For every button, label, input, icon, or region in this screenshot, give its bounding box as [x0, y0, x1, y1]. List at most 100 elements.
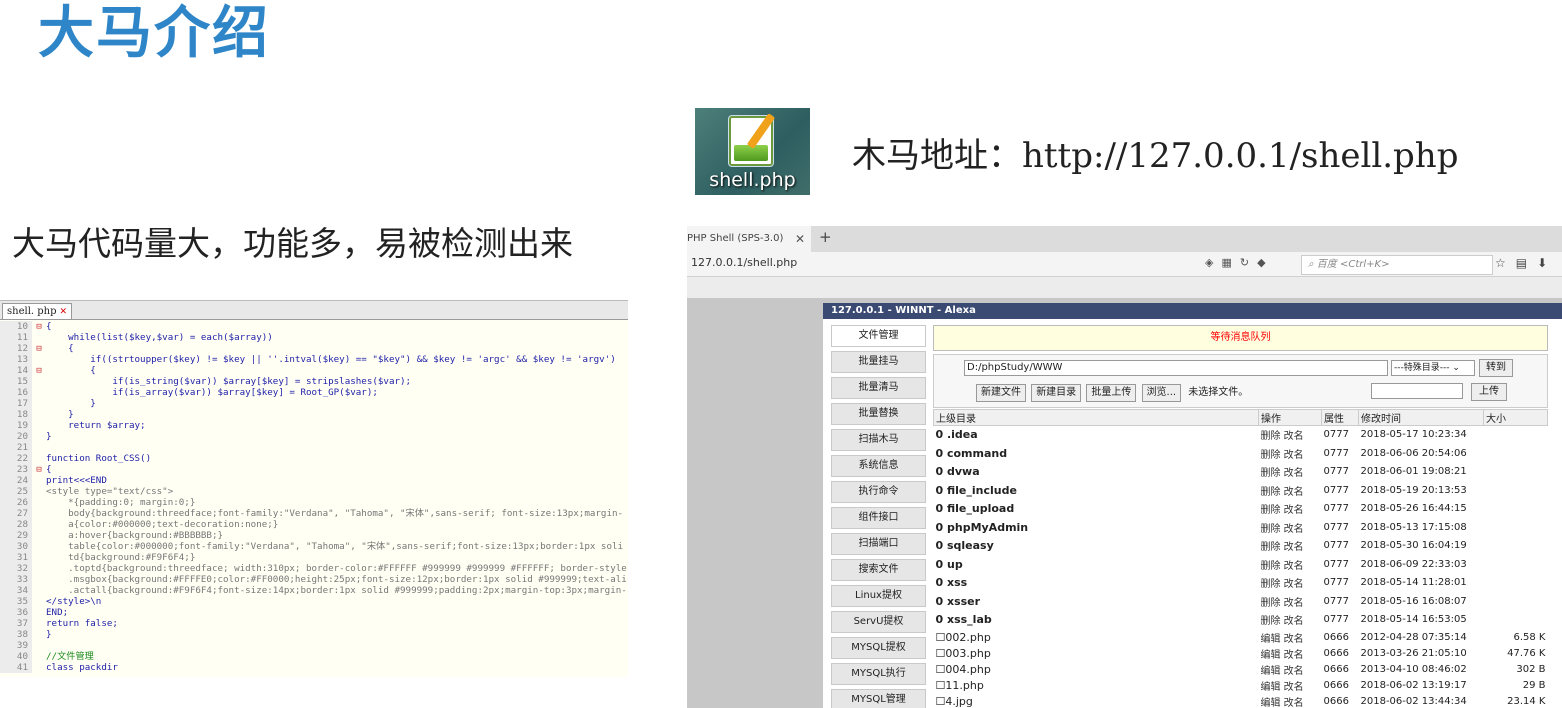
file-row[interactable]: ☐002.php 编辑 改名 0666 2012-04-28 07:35:14 6.58… [933, 629, 1548, 646]
dir-row[interactable]: 0 .idea 删除 改名 0777 2018-05-17 10:23:34 [933, 425, 1548, 445]
fold-marker-icon[interactable]: ⊟ [32, 365, 46, 376]
bookmark-star-icon[interactable]: ☆ [1495, 256, 1516, 270]
file-name-link[interactable]: 003.php [945, 647, 990, 660]
dir-name-link[interactable]: 0 xsser [936, 595, 981, 608]
dir-row[interactable]: 0 xsser 删除 改名 0777 2018-05-16 16:08:07 [933, 592, 1548, 611]
editor-tab[interactable]: shell. php ✕ [2, 303, 73, 319]
menu-item[interactable]: 批量替换 [831, 403, 926, 425]
dir-row[interactable]: 0 xss_lab 删除 改名 0777 2018-05-14 16:53:05 [933, 610, 1548, 630]
ops-cell[interactable]: 删除 改名 [1258, 499, 1322, 519]
dir-name-link[interactable]: 0 xss_lab [936, 613, 992, 626]
ops-cell[interactable]: 编辑 改名 [1258, 645, 1322, 662]
col-name[interactable]: 上级目录 [933, 409, 1259, 426]
file-checkbox[interactable]: ☐ [936, 663, 946, 676]
ops-cell[interactable]: 编辑 改名 [1258, 693, 1322, 708]
menu-item[interactable]: 批量挂马 [831, 351, 926, 373]
ops-cell[interactable]: 删除 改名 [1258, 518, 1322, 537]
ops-cell[interactable]: 删除 改名 [1258, 555, 1322, 574]
dir-name-link[interactable]: 0 file_upload [936, 502, 1015, 515]
fold-marker-icon[interactable]: ⊟ [32, 343, 46, 354]
new-file-button[interactable]: 新建文件 [976, 384, 1026, 402]
reload-icon[interactable]: ↻ [1240, 256, 1257, 269]
dir-row[interactable]: 0 file_upload 删除 改名 0777 2018-05-26 16:44:1… [933, 499, 1548, 519]
dir-row[interactable]: 0 file_include 删除 改名 0777 2018-05-19 20:13:… [933, 481, 1548, 500]
ops-cell[interactable]: 删除 改名 [1258, 573, 1322, 593]
extension-icon[interactable]: ◆ [1257, 256, 1273, 269]
file-checkbox[interactable]: ☐ [936, 679, 946, 692]
ops-cell[interactable]: 删除 改名 [1258, 462, 1322, 482]
file-checkbox[interactable]: ☐ [936, 695, 946, 708]
dir-row[interactable]: 0 xss 删除 改名 0777 2018-05-14 11:28:01 [933, 573, 1548, 593]
ops-cell[interactable]: 删除 改名 [1258, 536, 1322, 556]
goto-button[interactable]: 转到 [1479, 359, 1513, 377]
ops-cell[interactable]: 编辑 改名 [1258, 629, 1322, 646]
menu-item[interactable]: Linux提权 [831, 585, 926, 607]
fold-marker-icon[interactable]: ⊟ [32, 464, 46, 475]
ops-cell[interactable]: 删除 改名 [1258, 425, 1322, 445]
new-tab-button[interactable]: + [819, 228, 832, 246]
file-row[interactable]: ☐11.php 编辑 改名 0666 2018-06-02 13:19:17 29 B [933, 677, 1548, 694]
dir-row[interactable]: 0 up 删除 改名 0777 2018-06-09 22:33:03 [933, 555, 1548, 574]
shield-icon[interactable]: ◈ [1205, 256, 1221, 269]
menu-item[interactable]: MYSQL管理 [831, 689, 926, 708]
fold-marker-icon[interactable]: ⊟ [32, 321, 46, 332]
file-checkbox[interactable]: ☐ [936, 631, 946, 644]
file-name-link[interactable]: 4.jpg [945, 695, 973, 708]
dir-name-link[interactable]: 0 dvwa [936, 465, 980, 478]
upload-button[interactable]: 上传 [1471, 383, 1507, 401]
url-input[interactable]: 127.0.0.1/shell.php [691, 256, 797, 269]
dir-name-link[interactable]: 0 file_include [936, 484, 1017, 497]
file-name-link[interactable]: 004.php [945, 663, 990, 676]
dir-name-link[interactable]: 0 up [936, 558, 963, 571]
file-row[interactable]: ☐4.jpg 编辑 改名 0666 2018-06-02 13:44:34 23.14 … [933, 693, 1548, 708]
ops-cell[interactable]: 删除 改名 [1258, 481, 1322, 500]
dir-row[interactable]: 0 phpMyAdmin 删除 改名 0777 2018-05-13 17:15:08 [933, 518, 1548, 537]
menu-item[interactable]: 搜索文件 [831, 559, 926, 581]
ops-cell[interactable]: 删除 改名 [1258, 610, 1322, 630]
path-input[interactable]: D:/phpStudy/WWW [964, 360, 1388, 376]
menu-item[interactable]: 执行命令 [831, 481, 926, 503]
menu-item[interactable]: 批量清马 [831, 377, 926, 399]
menu-item[interactable]: 系统信息 [831, 455, 926, 477]
ops-cell[interactable]: 编辑 改名 [1258, 661, 1322, 678]
dir-name-link[interactable]: 0 phpMyAdmin [936, 521, 1029, 534]
library-icon[interactable]: ▤ [1516, 256, 1537, 270]
qr-icon[interactable]: ▦ [1221, 256, 1239, 269]
dir-name-link[interactable]: 0 .idea [936, 428, 978, 441]
batch-upload-button[interactable]: 批量上传 [1086, 384, 1137, 402]
file-name-link[interactable]: 11.php [945, 679, 983, 692]
menu-item[interactable]: 文件管理 [831, 325, 926, 347]
download-icon[interactable]: ⬇ [1537, 256, 1557, 270]
menu-item[interactable]: ServU提权 [831, 611, 926, 633]
ops-cell[interactable]: 删除 改名 [1258, 444, 1322, 463]
search-input[interactable]: ⌕ 百度 <Ctrl+K> [1301, 255, 1493, 275]
code-text: return false; [46, 618, 118, 629]
menu-item[interactable]: 扫描端口 [831, 533, 926, 555]
dir-row[interactable]: 0 dvwa 删除 改名 0777 2018-06-01 19:08:21 [933, 462, 1548, 482]
menu-item[interactable]: 扫描木马 [831, 429, 926, 451]
browser-tab[interactable]: PHP Shell (SPS-3.0) ✕ [687, 226, 811, 252]
dir-name-link[interactable]: 0 command [936, 447, 1008, 460]
file-name-link[interactable]: 002.php [945, 631, 990, 644]
menu-item[interactable]: MYSQL执行 [831, 663, 926, 685]
new-dir-button[interactable]: 新建目录 [1031, 384, 1082, 402]
tab-close-icon[interactable]: ✕ [795, 226, 805, 252]
file-row[interactable]: ☐003.php 编辑 改名 0666 2013-03-26 21:05:10 47.7… [933, 645, 1548, 662]
mtime-cell: 2018-05-14 11:28:01 [1358, 573, 1484, 593]
ops-cell[interactable]: 编辑 改名 [1258, 677, 1322, 694]
dir-row[interactable]: 0 command 删除 改名 0777 2018-06-06 20:54:06 [933, 444, 1548, 463]
ops-cell[interactable]: 删除 改名 [1258, 592, 1322, 611]
special-dir-select[interactable]: ---特殊目录--- ⌄ [1391, 360, 1475, 376]
dir-row[interactable]: 0 sqleasy 删除 改名 0777 2018-05-30 16:04:19 [933, 536, 1548, 556]
browse-button[interactable]: 浏览... [1141, 384, 1182, 402]
file-checkbox[interactable]: ☐ [936, 647, 946, 660]
close-icon[interactable]: ✕ [60, 307, 68, 317]
menu-item[interactable]: MYSQL提权 [831, 637, 926, 659]
slide-description: 大马代码量大，功能多，易被检测出来 [12, 224, 573, 263]
file-row[interactable]: ☐004.php 编辑 改名 0666 2013-04-10 08:46:02 302 … [933, 661, 1548, 678]
php-file-icon[interactable]: shell.php [695, 108, 810, 195]
dir-name-link[interactable]: 0 xss [936, 576, 968, 589]
menu-item[interactable]: 组件接口 [831, 507, 926, 529]
dir-name-link[interactable]: 0 sqleasy [936, 539, 994, 552]
upload-filename-input[interactable] [1371, 383, 1463, 399]
